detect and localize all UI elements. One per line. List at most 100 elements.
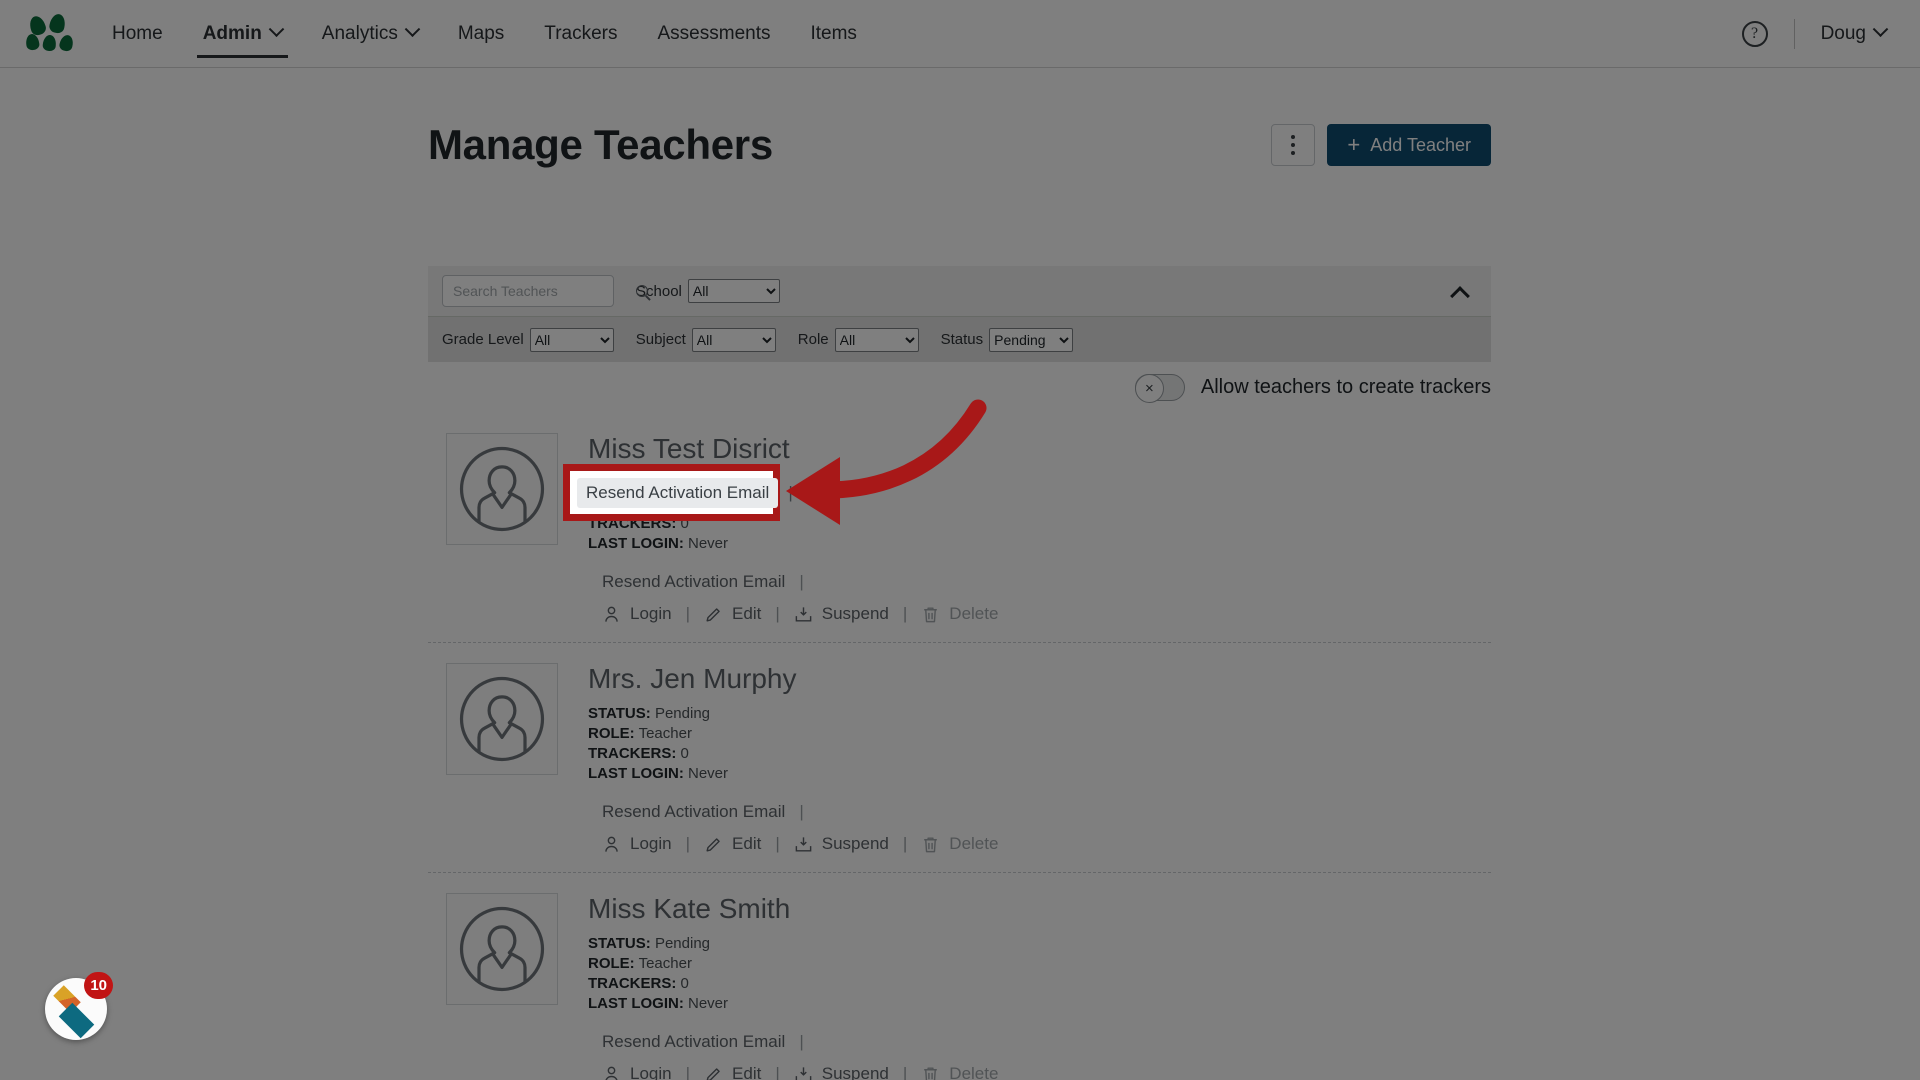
teacher-last-login-field: LAST LOGIN: Never bbox=[588, 534, 998, 554]
nav-item-admin[interactable]: Admin bbox=[183, 0, 302, 68]
separator-pipe: | bbox=[799, 802, 804, 821]
more-options-button[interactable] bbox=[1271, 124, 1316, 166]
logo-leaf-icon bbox=[48, 12, 67, 34]
nav-item-assessments[interactable]: Assessments bbox=[638, 0, 791, 68]
teacher-name[interactable]: Mrs. Jen Murphy bbox=[588, 663, 998, 695]
help-icon[interactable]: ? bbox=[1741, 20, 1768, 47]
search-teachers-box[interactable] bbox=[442, 275, 648, 307]
status-filter-label: Status bbox=[940, 331, 984, 348]
separator-pipe: | bbox=[685, 604, 691, 623]
nav-item-label: Home bbox=[112, 22, 163, 44]
nav-item-home[interactable]: Home bbox=[92, 0, 183, 68]
pencil-icon bbox=[706, 607, 720, 622]
login-action[interactable]: Login bbox=[602, 834, 672, 854]
role-value: Teacher bbox=[638, 495, 692, 512]
nav-right-group: ? Doug bbox=[1741, 18, 1889, 49]
school-filter-select[interactable]: All bbox=[687, 279, 780, 303]
suspend-action[interactable]: Suspend bbox=[794, 1064, 889, 1080]
suspend-action[interactable]: Suspend bbox=[794, 834, 889, 854]
add-teacher-button[interactable]: + Add Teacher bbox=[1327, 124, 1491, 166]
role-filter-select[interactable]: All bbox=[834, 327, 919, 352]
search-icon[interactable] bbox=[636, 285, 648, 297]
chevron-down-icon bbox=[268, 21, 285, 38]
nav-item-trackers[interactable]: Trackers bbox=[524, 0, 637, 68]
edit-action[interactable]: Edit bbox=[704, 1064, 761, 1080]
status-value: Pending bbox=[654, 705, 711, 722]
delete-action[interactable]: Delete bbox=[921, 834, 998, 854]
user-menu[interactable]: Doug bbox=[1821, 21, 1889, 45]
trash-icon bbox=[924, 1066, 938, 1080]
suspend-inbox-icon bbox=[795, 836, 812, 852]
pencil-icon bbox=[706, 1067, 720, 1080]
filter-panel: School All Grade Level All Subject All R… bbox=[428, 266, 1491, 362]
teacher-card: Miss Test Disrict STATUS: Pending ROLE: … bbox=[428, 413, 1491, 643]
separator-pipe: | bbox=[799, 1032, 804, 1051]
app-page: Home Admin Analytics Maps Trackers Asses… bbox=[0, 0, 1920, 1080]
teacher-actions-row: Login | Edit | Suspend | Delete bbox=[602, 834, 998, 854]
search-input[interactable] bbox=[451, 282, 636, 300]
login-action[interactable]: Login bbox=[602, 604, 672, 624]
nav-item-label: Analytics bbox=[321, 22, 398, 44]
pencil-icon bbox=[706, 837, 720, 852]
trackers-value: 0 bbox=[680, 745, 689, 762]
teacher-role-field: ROLE: Teacher bbox=[588, 494, 998, 514]
nav-item-items[interactable]: Items bbox=[790, 0, 876, 68]
login-action[interactable]: Login bbox=[602, 1064, 672, 1080]
separator-pipe: | bbox=[902, 834, 908, 853]
resend-activation-email-link[interactable]: Resend Activation Email bbox=[602, 1032, 785, 1052]
last-login-label: LAST LOGIN: bbox=[588, 995, 684, 1012]
resend-activation-email-link[interactable]: Resend Activation Email bbox=[602, 572, 785, 592]
status-filter-select[interactable]: Pending bbox=[989, 327, 1074, 352]
chat-logo-bottom-diamond bbox=[58, 1002, 95, 1039]
teacher-trackers-field: TRACKERS: 0 bbox=[588, 744, 998, 764]
logo-leaf-icon bbox=[27, 13, 48, 37]
status-label: STATUS: bbox=[588, 935, 651, 952]
page-title: Manage Teachers bbox=[428, 121, 773, 168]
edit-action[interactable]: Edit bbox=[704, 834, 761, 854]
filter-row-secondary: Grade Level All Subject All Role All Sta… bbox=[428, 316, 1491, 362]
nav-item-label: Admin bbox=[202, 22, 262, 44]
teacher-name[interactable]: Miss Kate Smith bbox=[588, 893, 998, 925]
suspend-action[interactable]: Suspend bbox=[794, 604, 889, 624]
suspend-label: Suspend bbox=[821, 1064, 889, 1080]
login-label: Login bbox=[630, 834, 672, 853]
delete-action[interactable]: Delete bbox=[921, 604, 998, 624]
company-logo[interactable] bbox=[24, 12, 80, 54]
collapse-filters-chevron-up-icon[interactable] bbox=[1451, 282, 1469, 300]
avatar bbox=[446, 893, 558, 1005]
allow-trackers-toggle[interactable]: × bbox=[1134, 374, 1185, 403]
teacher-name[interactable]: Miss Test Disrict bbox=[588, 433, 998, 465]
last-login-value: Never bbox=[688, 765, 729, 782]
teacher-card-body: Miss Test Disrict STATUS: Pending ROLE: … bbox=[588, 429, 998, 624]
delete-action[interactable]: Delete bbox=[921, 1064, 998, 1080]
allow-trackers-row: × Allow teachers to create trackers bbox=[428, 374, 1491, 403]
resend-activation-email-link[interactable]: Resend Activation Email bbox=[602, 802, 785, 822]
teacher-actions-row: Login | Edit | Suspend | Delete bbox=[602, 604, 998, 624]
edit-action[interactable]: Edit bbox=[704, 604, 761, 624]
separator-pipe: | bbox=[685, 1064, 691, 1080]
teacher-trackers-field: TRACKERS: 0 bbox=[588, 974, 998, 994]
kebab-dot-icon bbox=[1291, 143, 1296, 147]
nav-item-analytics[interactable]: Analytics bbox=[302, 0, 438, 68]
separator-pipe: | bbox=[775, 834, 780, 853]
nav-item-maps[interactable]: Maps bbox=[438, 0, 524, 68]
delete-label: Delete bbox=[949, 1064, 999, 1080]
teacher-last-login-field: LAST LOGIN: Never bbox=[588, 994, 998, 1014]
toggle-state-icon: × bbox=[1144, 380, 1154, 397]
separator-pipe: | bbox=[775, 1064, 780, 1080]
last-login-label: LAST LOGIN: bbox=[588, 535, 684, 552]
suspend-inbox-icon bbox=[795, 1066, 812, 1080]
last-login-value: Never bbox=[688, 535, 729, 552]
trackers-label: TRACKERS: bbox=[588, 975, 677, 992]
add-teacher-label: Add Teacher bbox=[1370, 134, 1471, 155]
resend-activation-email-row: Resend Activation Email | bbox=[602, 802, 998, 822]
teacher-last-login-field: LAST LOGIN: Never bbox=[588, 764, 998, 784]
nav-item-label: Assessments bbox=[657, 22, 771, 44]
chat-support-widget[interactable]: 10 bbox=[45, 972, 113, 1040]
teacher-role-field: ROLE: Teacher bbox=[588, 724, 998, 744]
subject-filter-select[interactable]: All bbox=[691, 327, 776, 352]
teacher-status-field: STATUS: Pending bbox=[588, 934, 998, 954]
grade-level-filter-select[interactable]: All bbox=[529, 327, 614, 352]
avatar bbox=[446, 663, 558, 775]
teacher-list: Miss Test Disrict STATUS: Pending ROLE: … bbox=[428, 413, 1491, 1080]
